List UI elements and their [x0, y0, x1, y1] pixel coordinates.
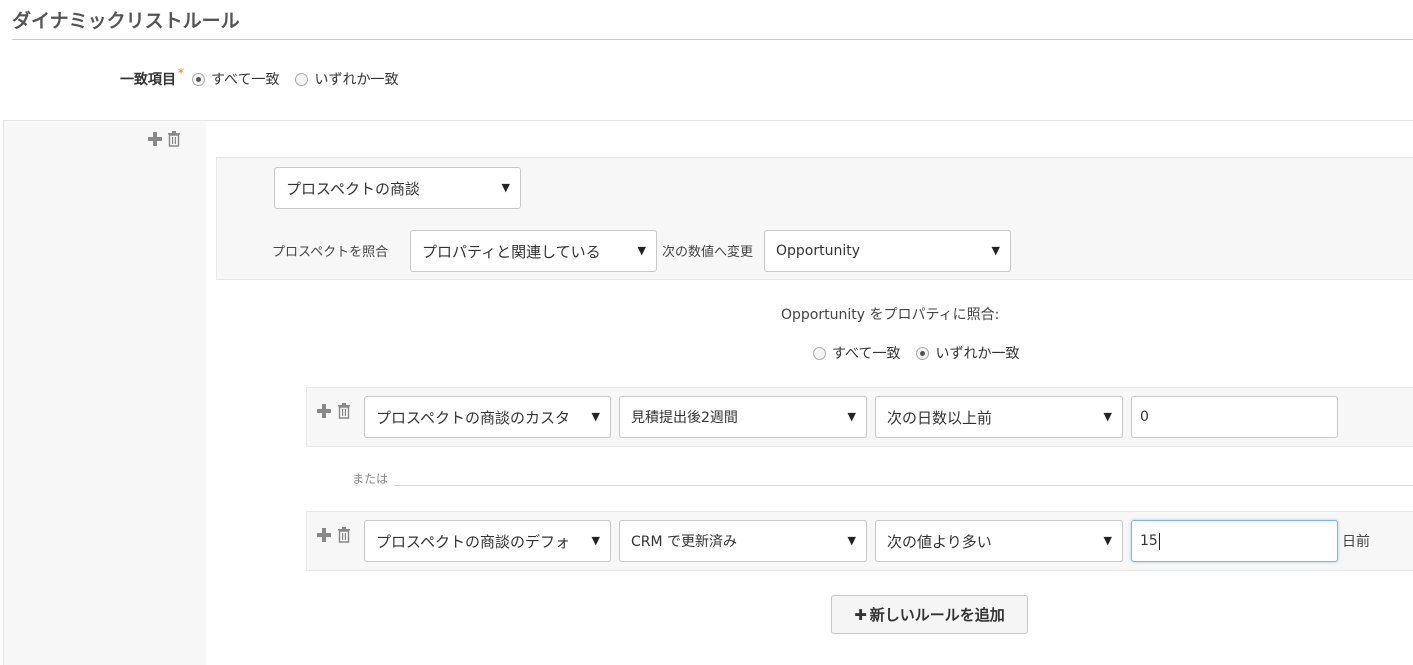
- match-prospect-label: プロスペクトを照合: [272, 245, 389, 260]
- rule-2-property-value: CRM で更新済み: [631, 534, 738, 550]
- plus-icon: ✚: [854, 605, 867, 624]
- rule-2-property-select[interactable]: CRM で更新済み ▼: [619, 520, 867, 562]
- trash-icon[interactable]: [337, 403, 351, 419]
- rule-1-operator-select[interactable]: 次の日数以上前 ▼: [875, 396, 1123, 438]
- rule-1-field-value: プロスペクトの商談のカスタ: [376, 408, 570, 427]
- match-all-label: すべて一致: [211, 72, 280, 88]
- required-mark: *: [178, 66, 184, 80]
- caret-down-icon: ▼: [591, 410, 600, 423]
- caret-down-icon: ▼: [1103, 534, 1112, 547]
- property-match-any-radio[interactable]: [916, 346, 930, 360]
- caret-down-icon: ▼: [501, 181, 510, 194]
- rule-1-property-value: 見積提出後2週間: [631, 410, 738, 426]
- match-any-radio[interactable]: [295, 72, 309, 86]
- plus-icon[interactable]: [317, 528, 331, 542]
- rule-2-operator-select[interactable]: 次の値より多い ▼: [875, 520, 1123, 562]
- caret-down-icon: ▼: [847, 410, 856, 423]
- target-select-value: Opportunity: [776, 243, 861, 259]
- title-divider: [12, 39, 1413, 40]
- trash-icon[interactable]: [167, 131, 181, 147]
- rule-1-value-input[interactable]: 0: [1131, 396, 1338, 438]
- property-match-all-radio[interactable]: [813, 346, 826, 360]
- plus-icon[interactable]: [148, 132, 162, 146]
- rule-1-property-select[interactable]: 見積提出後2週間 ▼: [619, 396, 867, 438]
- caret-down-icon: ▼: [591, 534, 600, 547]
- rule-1-value-text: 0: [1140, 409, 1149, 425]
- rule-2-value-input[interactable]: 15: [1131, 520, 1338, 562]
- property-match-all-label: すべて一致: [832, 346, 901, 362]
- or-divider: [394, 485, 1413, 486]
- property-match-row: すべて一致 いずれか一致: [813, 342, 1031, 364]
- rule-1-operator-value: 次の日数以上前: [887, 408, 993, 427]
- relation-select[interactable]: プロパティと関連している ▼: [410, 230, 657, 272]
- match-type-label: 一致項目: [120, 72, 176, 88]
- rule-1-field-select[interactable]: プロスペクトの商談のカスタ ▼: [364, 396, 611, 438]
- rule-2-suffix: 日前: [1342, 534, 1370, 550]
- target-select[interactable]: Opportunity ▼: [764, 230, 1011, 272]
- object-select[interactable]: プロスペクトの商談 ▼: [274, 167, 521, 209]
- rule-2-operator-value: 次の値より多い: [887, 532, 992, 551]
- page-title: ダイナミックリストルール: [12, 10, 240, 32]
- match-type-row: 一致項目 * すべて一致 いずれか一致: [120, 66, 410, 90]
- match-any-label: いずれか一致: [314, 72, 399, 88]
- property-match-any-label: いずれか一致: [935, 346, 1020, 362]
- property-match-heading: Opportunity をプロパティに照合:: [781, 307, 1000, 323]
- caret-down-icon: ▼: [991, 244, 1000, 257]
- change-to-label: 次の数値へ変更: [662, 245, 754, 260]
- trash-icon[interactable]: [337, 527, 351, 543]
- plus-icon[interactable]: [317, 404, 331, 418]
- add-rule-label: 新しいルールを追加: [869, 606, 1005, 624]
- relation-select-value: プロパティと関連している: [422, 242, 601, 261]
- add-rule-button[interactable]: ✚ 新しいルールを追加: [831, 595, 1028, 634]
- rule-2-field-value: プロスペクトの商談のデフォ: [376, 532, 570, 551]
- object-select-value: プロスペクトの商談: [286, 179, 420, 198]
- rule-2-value-text: 15: [1140, 533, 1158, 549]
- rule-2-field-select[interactable]: プロスペクトの商談のデフォ ▼: [364, 520, 611, 562]
- rule-group-gutter: [4, 121, 206, 665]
- text-cursor: [1158, 532, 1160, 550]
- caret-down-icon: ▼: [847, 534, 856, 547]
- caret-down-icon: ▼: [637, 244, 646, 257]
- caret-down-icon: ▼: [1103, 410, 1112, 423]
- match-all-radio[interactable]: [192, 72, 205, 86]
- or-label: または: [352, 472, 389, 486]
